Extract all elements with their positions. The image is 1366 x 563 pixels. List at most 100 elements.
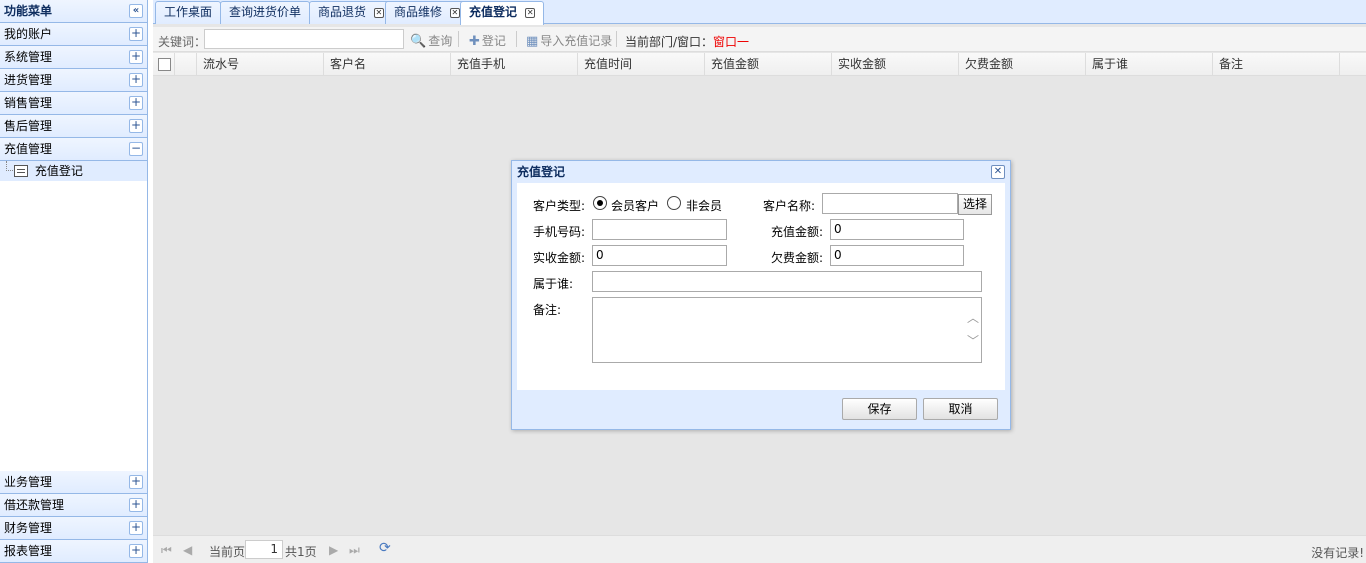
tab-workspace[interactable]: 工作桌面 [155, 1, 222, 24]
column-header[interactable]: 充值金额 [705, 53, 832, 76]
expand-icon[interactable]: + [129, 521, 143, 535]
sidebar: 功能菜单 « 我的账户 + 系统管理 + 进货管理 + 销售管理 + 售后管理 … [0, 0, 148, 563]
tab-label: 商品维修 [394, 5, 443, 19]
import-records-button[interactable]: ▦ 导入充值记录 [526, 32, 612, 49]
column-header[interactable]: 流水号 [197, 53, 324, 76]
pager: ⏮ ◀ 当前页 1 共1页 ▶ ⏭ ⟳ 没有记录! [153, 535, 1366, 563]
nonmember-radio[interactable] [667, 196, 681, 210]
tab-label: 商品退货 [318, 5, 367, 19]
scroll-down-icon[interactable]: ﹀ [966, 334, 980, 348]
customer-type-label: 客户类型: [532, 199, 585, 213]
expand-icon[interactable]: + [129, 119, 143, 133]
search-button-label: 查询 [428, 34, 453, 48]
menu-group-reports[interactable]: 报表管理 + [0, 540, 147, 563]
save-button[interactable]: 保存 [842, 398, 917, 420]
column-header[interactable]: 客户名 [324, 53, 451, 76]
last-page-icon[interactable]: ⏭ [349, 543, 360, 558]
menu-group-loan[interactable]: 借还款管理 + [0, 494, 147, 517]
menu-group-finance[interactable]: 财务管理 + [0, 517, 147, 540]
close-tab-icon[interactable]: ✕ [449, 8, 460, 18]
column-header[interactable]: 欠费金额 [959, 53, 1086, 76]
sidebar-title: 功能菜单 « [0, 0, 147, 23]
total-pages-label: 共1页 [285, 545, 317, 559]
menu-group-my-account[interactable]: 我的账户 + [0, 23, 147, 46]
search-icon: 🔍 [410, 34, 427, 49]
refresh-icon[interactable]: ⟳ [379, 540, 391, 556]
received-amount-label: 实收金额: [532, 251, 585, 265]
tree-line [6, 161, 13, 171]
recharge-register-dialog: 充值登记 ✕ 客户类型: 会员客户 非会员 客户名称: 选择 手机号码: 充值金… [511, 160, 1011, 430]
expand-icon[interactable]: + [129, 50, 143, 64]
dialog-title: 充值登记 [517, 165, 566, 179]
menu-group-label: 借还款管理 [4, 498, 65, 512]
nonmember-option-label[interactable]: 非会员 [686, 197, 722, 214]
menu-group-label: 系统管理 [4, 50, 53, 64]
customer-name-input[interactable] [822, 193, 958, 214]
prev-page-icon[interactable]: ◀ [183, 543, 192, 557]
column-header[interactable]: 充值手机 [451, 53, 578, 76]
close-icon[interactable]: ✕ [991, 165, 1005, 179]
phone-label: 手机号码: [532, 225, 585, 239]
next-page-icon[interactable]: ▶ [329, 543, 338, 557]
remark-textarea[interactable] [592, 297, 982, 363]
expand-icon[interactable]: + [129, 27, 143, 41]
recharge-amount-label: 充值金额: [770, 225, 823, 239]
owner-label: 属于谁: [532, 277, 573, 291]
menu-group-business[interactable]: 业务管理 + [0, 471, 147, 494]
tab-purchase-price-query[interactable]: 查询进货价单 [220, 1, 311, 24]
recharge-amount-input[interactable]: 0 [830, 219, 964, 240]
owner-input[interactable] [592, 271, 982, 292]
arrears-amount-label: 欠费金额: [770, 251, 823, 265]
menu-group-label: 财务管理 [4, 521, 53, 535]
current-page-label: 当前页 [209, 545, 246, 559]
table-icon: ▦ [526, 34, 539, 49]
received-amount-input[interactable]: 0 [592, 245, 727, 266]
register-button[interactable]: ✚ 登记 [469, 32, 506, 49]
expand-icon[interactable]: + [129, 73, 143, 87]
column-header[interactable]: 备注 [1213, 53, 1340, 76]
column-header[interactable]: 属于谁 [1086, 53, 1213, 76]
select-all-cell [153, 53, 175, 76]
menu-group-label: 业务管理 [4, 475, 53, 489]
menu-group-sales[interactable]: 销售管理 + [0, 92, 147, 115]
search-button[interactable]: 🔍 查询 [410, 32, 452, 49]
collapse-icon[interactable]: − [129, 142, 143, 156]
member-radio[interactable] [593, 196, 607, 210]
menu-group-recharge[interactable]: 充值管理 − [0, 138, 147, 161]
no-record-text: 没有记录! [1311, 546, 1364, 560]
scroll-up-icon[interactable]: ︿ [966, 311, 980, 325]
close-tab-icon[interactable]: ✕ [525, 8, 536, 18]
first-page-icon[interactable]: ⏮ [161, 543, 172, 558]
tab-recharge-register[interactable]: 充值登记 ✕ [460, 1, 545, 25]
dialog-header: 充值登记 ✕ [512, 161, 1010, 183]
menu-group-purchase[interactable]: 进货管理 + [0, 69, 147, 92]
department-label-text: 当前部门/窗口： [625, 35, 714, 49]
keyword-input[interactable] [204, 29, 404, 49]
page-number-input[interactable]: 1 [245, 540, 283, 559]
menu-item-recharge-register[interactable]: 充值登记 [0, 161, 147, 181]
expand-icon[interactable]: + [129, 498, 143, 512]
select-all-checkbox[interactable] [158, 58, 171, 71]
customer-name-label: 客户名称: [762, 199, 815, 213]
expand-icon[interactable]: + [129, 96, 143, 110]
menu-group-label: 销售管理 [4, 96, 53, 110]
arrears-amount-input[interactable]: 0 [830, 245, 964, 266]
column-header[interactable]: 实收金额 [832, 53, 959, 76]
tab-goods-repair[interactable]: 商品维修 ✕ [385, 1, 469, 24]
expand-icon[interactable]: + [129, 475, 143, 489]
phone-input[interactable] [592, 219, 727, 240]
close-tab-icon[interactable]: ✕ [373, 8, 384, 18]
collapse-sidebar-icon[interactable]: « [129, 4, 143, 18]
expand-icon[interactable]: + [129, 544, 143, 558]
menu-group-system[interactable]: 系统管理 + [0, 46, 147, 69]
member-option-label[interactable]: 会员客户 [611, 197, 659, 214]
grid-header: 流水号 客户名 充值手机 充值时间 充值金额 实收金额 欠费金额 属于谁 备注 [153, 53, 1366, 76]
tab-goods-return[interactable]: 商品退货 ✕ [309, 1, 393, 24]
column-header[interactable]: 充值时间 [578, 53, 705, 76]
menu-item-label: 充值登记 [34, 164, 83, 178]
cancel-button[interactable]: 取消 [923, 398, 998, 420]
menu-group-aftersales[interactable]: 售后管理 + [0, 115, 147, 138]
select-customer-button[interactable]: 选择 [958, 194, 993, 215]
toolbar: 关键词： 🔍 查询 ✚ 登记 ▦ 导入充值记录 当前部门/窗口：窗口一 [153, 27, 1366, 52]
import-button-label: 导入充值记录 [540, 34, 613, 48]
